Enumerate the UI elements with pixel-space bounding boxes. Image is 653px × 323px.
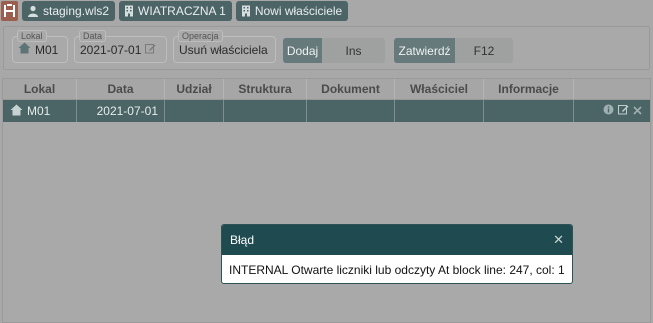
confirm-button-group: Zatwierdź F12 [394, 38, 513, 63]
column-header-struktura[interactable]: Struktura [224, 79, 307, 99]
user-icon [27, 5, 39, 17]
owners-table: Lokal Data Udział Struktura Dokument Wła… [2, 78, 651, 323]
cell-informacje [484, 100, 574, 122]
operation-value: Usuń właściciela [179, 42, 268, 57]
confirm-button[interactable]: Zatwierdź [394, 38, 455, 63]
date-legend: Data [79, 30, 107, 42]
column-header-data[interactable]: Data [77, 79, 165, 99]
lokal-value: M01 [35, 42, 59, 57]
breadcrumb-label: WIATRACZNA 1 [138, 4, 226, 18]
cell-lokal-value: M01 [27, 104, 51, 118]
app-logo-icon[interactable] [1, 1, 18, 21]
close-icon[interactable]: ✕ [553, 232, 564, 248]
cell-lokal: M01 [3, 100, 77, 122]
delete-icon[interactable] [633, 104, 642, 118]
date-value: 2021-07-01 [80, 42, 142, 57]
add-shortcut[interactable]: Ins [322, 38, 385, 63]
dialog-message: INTERNAL Otwarte liczniki lub odczyty At… [229, 262, 565, 277]
edit-icon[interactable] [618, 104, 629, 118]
cell-struktura [224, 100, 307, 122]
lokal-legend: Lokal [17, 30, 47, 42]
breadcrumb-item-page[interactable]: Nowi właściciele [235, 1, 349, 21]
breadcrumb-label: staging.wls2 [43, 4, 110, 18]
confirm-shortcut[interactable]: F12 [455, 38, 513, 63]
column-header-informacje[interactable]: Informacje [484, 79, 574, 99]
edit-icon[interactable] [145, 43, 156, 57]
add-button-group: Dodaj Ins [283, 38, 385, 63]
column-header-dokument[interactable]: Dokument [307, 79, 395, 99]
row-actions [603, 100, 650, 122]
cell-udzial [165, 100, 224, 122]
operation-select[interactable]: Operacja Usuń właściciela [173, 30, 276, 63]
cell-dokument [307, 100, 395, 122]
filter-panel: Lokal M01 Data 2021-07-01 Operacja Usuń … [3, 26, 650, 70]
building-icon [241, 5, 251, 17]
breadcrumb-item-environment[interactable]: staging.wls2 [22, 1, 116, 21]
building-icon [124, 5, 134, 17]
table-row[interactable]: M01 2021-07-01 [3, 100, 650, 122]
column-header-lokal[interactable]: Lokal [3, 79, 77, 99]
dialog-header: Błąd ✕ [222, 225, 572, 255]
cell-wlasciciel [395, 100, 484, 122]
column-header-udzial[interactable]: Udział [165, 79, 224, 99]
breadcrumb-label: Nowi właściciele [254, 4, 343, 18]
home-icon [10, 104, 23, 119]
breadcrumb-item-building[interactable]: WIATRACZNA 1 [119, 1, 232, 21]
home-icon [18, 42, 31, 57]
date-field[interactable]: Data 2021-07-01 [74, 30, 167, 63]
column-header-wlasciciel[interactable]: Właściciel [395, 79, 484, 99]
error-dialog: Błąd ✕ INTERNAL Otwarte liczniki lub odc… [221, 224, 573, 284]
breadcrumb: staging.wls2 WIATRACZNA 1 Nowi właścicie… [0, 0, 653, 22]
dialog-title: Błąd [230, 233, 255, 247]
table-header: Lokal Data Udział Struktura Dokument Wła… [3, 79, 650, 100]
cell-data: 2021-07-01 [77, 100, 165, 122]
column-header-actions [574, 79, 650, 99]
operation-legend: Operacja [178, 30, 223, 42]
lokal-field[interactable]: Lokal M01 [12, 30, 68, 63]
info-icon[interactable] [603, 104, 614, 118]
add-button[interactable]: Dodaj [283, 38, 322, 63]
